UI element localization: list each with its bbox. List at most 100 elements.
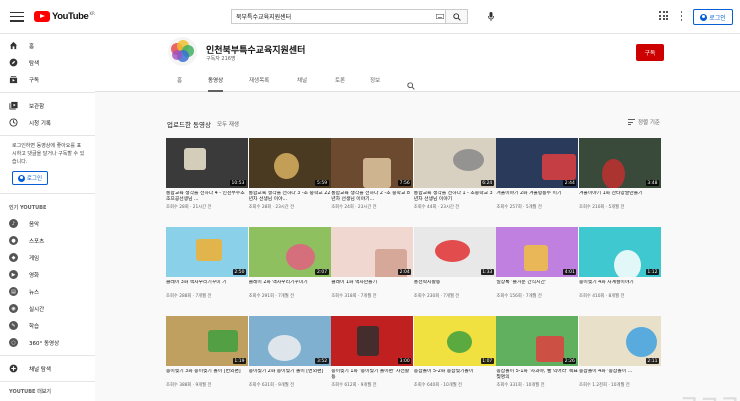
channel-avatar[interactable] <box>168 37 197 66</box>
sidebar-item-subscriptions[interactable]: 구독 <box>0 71 95 88</box>
video-title[interactable]: 일상톡 '즐거운 간식시간' <box>496 280 578 292</box>
video-card[interactable]: 3:00 종이찢기 1화 '종이찢기 놀이편' 사전활동 조회수 612회 · 9개… <box>331 316 414 388</box>
compass-icon <box>9 58 18 67</box>
video-card[interactable]: 6:24 통합교육 생각을 전하다 1 - 초중학교 3년차 선생님 이야기 조회수… <box>413 138 496 210</box>
gaming-icon: ◆ <box>9 253 18 262</box>
youtube-play-icon <box>34 11 50 22</box>
video-thumbnail[interactable]: 3:52 <box>248 316 331 366</box>
video-title[interactable]: 통합교육 생각을 전하다 4 - 인천부수초 조으공선생님 ... <box>166 191 248 203</box>
login-button[interactable]: 로그인 <box>693 9 733 25</box>
video-thumbnail[interactable]: 1:33 <box>413 227 496 277</box>
video-meta: 조회수 388회 · 9개월 전 <box>166 383 212 388</box>
video-card[interactable]: 3:48 겨울이야기 1화 산타양말만들기 조회수 210회 · 5개월 전 <box>579 138 661 210</box>
sort-button[interactable]: 정렬 기준 <box>628 118 660 126</box>
apps-icon[interactable] <box>659 11 668 20</box>
sidebar-item-explore[interactable]: 탐색 <box>0 54 95 71</box>
video-duration: 1:07 <box>480 358 494 364</box>
sidebar-item-music[interactable]: ♪ 음악 <box>0 215 95 232</box>
tab-channels[interactable]: 채널 <box>297 76 307 92</box>
more-options-icon[interactable] <box>680 11 683 21</box>
video-card[interactable]: 1:12 종이찢기 4화 사계절이야기 조회수 410회 · 8개월 전 <box>579 227 661 299</box>
video-title[interactable]: 클레이 1화 액자만들기 <box>331 280 413 292</box>
video-card[interactable]: 2:44 겨울이야기 2화 겨울렁동두 이기 조회수 257회 · 5개월 전 <box>496 138 579 210</box>
video-card[interactable]: 10:53 통합교육 생각을 전하다 4 - 인천부수초 조으공선생님 ... 조회… <box>166 138 248 210</box>
sidebar-item-library[interactable]: 보관함 <box>0 97 95 114</box>
video-title[interactable]: 통합교육 생각을 전하다 1 - 초중학교 3년차 선생님 이야기 <box>414 191 496 203</box>
sidebar-item-gaming[interactable]: ◆ 게임 <box>0 249 95 266</box>
video-title[interactable]: 종잡놀이 5-1화 '사과야, 빨 익어라' 목표찢명의 <box>496 369 578 381</box>
search-button[interactable] <box>445 10 467 23</box>
sidebar-item-news[interactable]: ▤ 뉴스 <box>0 283 95 300</box>
subscribe-button[interactable]: 구독 <box>636 44 664 61</box>
video-title[interactable]: 클레이 2화 액자우리기꾸미기 <box>249 280 331 292</box>
channel-search-icon[interactable] <box>407 75 415 90</box>
video-card[interactable]: 4:01 일상톡 '즐거운 간식시간' 조회수 156회 · 7개월 전 <box>496 227 579 299</box>
video-card[interactable]: 1:19 종이찢기 3화 종이찢기 놀이 [번외편] 조회수 388회 · 9개월 … <box>166 316 248 388</box>
video-card[interactable]: 2:26 종잡놀이 5-1화 '사과야, 빨 익어라' 목표찢명의 조회수 331회… <box>496 316 579 388</box>
video-title[interactable]: 클레이 3화 액자우리기꾸미 기 <box>166 280 248 292</box>
sidebar-item-label: 학습 <box>29 323 40 330</box>
tab-home[interactable]: 홈 <box>177 76 182 92</box>
video-thumbnail[interactable]: 1:19 <box>166 316 248 366</box>
tab-playlists[interactable]: 재생목록 <box>249 76 269 92</box>
video-card[interactable]: 7:56 통합교육 생각을 전하다 2 -초 중학교 8년차 선생님 이야기...… <box>331 138 414 210</box>
video-title[interactable]: 종이찢기 4화 사계절이야기 <box>579 280 661 292</box>
top-bar: YouTube KR 로그인 <box>0 0 740 34</box>
tab-videos[interactable]: 동영상 <box>208 76 224 92</box>
video-card[interactable]: 1:07 종잡놀이 5-2화 종잡찢기놀이 조회수 640회 · 10개월 전 <box>413 316 496 388</box>
video-title[interactable]: 종이찢기 2화 종이찢기 놀이 [번외편] <box>249 369 331 381</box>
sidebar-item-movies[interactable]: ▶ 영화 <box>0 266 95 283</box>
video-card[interactable]: 1:33 풍선딱지활동 조회수 230회 · 7개월 전 <box>413 227 496 299</box>
tab-about[interactable]: 정보 <box>370 76 380 92</box>
video-title[interactable]: 종이찢기 3화 종이찢기 놀이 [번외편] <box>166 369 248 381</box>
sidebar-item-360-video[interactable]: ○ 360° 동영상 <box>0 334 95 351</box>
menu-icon[interactable] <box>10 11 24 22</box>
video-card[interactable]: 2:04 클레이 1화 액자만들기조회수 318회 · 7개월 전 <box>331 227 414 299</box>
video-card[interactable]: 5:59 통합교육 생각을 전하다 3 -초 중학교 22년차 선생님 이야...… <box>248 138 331 210</box>
video-card[interactable]: 2:50 클레이 3화 액자우리기꾸미 기 조회수 288회 · 7개월 전 <box>166 227 248 299</box>
video-card[interactable]: 2:07 클레이 2화 액자우리기꾸미기 조회수 291회 · 7개월 전 <box>248 227 331 299</box>
video-card[interactable]: 3:52 종이찢기 2화 종이찢기 놀이 [번외편] 조회수 631회 · 9개월 … <box>248 316 331 388</box>
thumbnail-art <box>363 158 392 188</box>
search-input[interactable] <box>232 10 435 23</box>
video-thumbnail[interactable]: 7:56 <box>331 138 414 188</box>
video-thumbnail[interactable]: 3:00 <box>331 316 414 366</box>
video-thumbnail[interactable]: 2:11 <box>579 316 661 366</box>
sidebar-item-sports[interactable]: ● 스포츠 <box>0 232 95 249</box>
microphone-icon[interactable] <box>486 10 496 23</box>
video-title[interactable]: 풍선딱지활동 <box>414 280 496 292</box>
video-title[interactable]: 통합교육 생각을 전하다 2 -초 중학교 8년차 선생님 이야기... <box>331 191 413 203</box>
video-title[interactable]: 통합교육 생각을 전하다 3 -초 중학교 22년차 선생님 이야... <box>249 191 331 203</box>
video-thumbnail[interactable]: 2:07 <box>248 227 331 277</box>
video-thumbnail[interactable]: 2:44 <box>496 138 579 188</box>
play-all-link[interactable]: 모두 재생 <box>217 120 239 128</box>
video-title[interactable]: 종잡놀이 4화 '종잡놀이 ... <box>579 369 661 381</box>
video-title[interactable]: 겨울이야기 1화 산타양말만들기 <box>579 191 661 203</box>
video-title[interactable]: 겨울이야기 2화 겨울렁동두 이기 <box>496 191 578 203</box>
video-card[interactable]: 2:11 종잡놀이 4화 '종잡놀이 ... 조회수 1.2천회 · 10개월 전 <box>579 316 661 388</box>
sidebar-item-learning[interactable]: ✎ 학습 <box>0 317 95 334</box>
sidebar-item-live[interactable]: ◉ 실시간 <box>0 300 95 317</box>
thumbnail-art <box>536 336 565 362</box>
youtube-logo[interactable]: YouTube KR <box>34 11 95 22</box>
video-title[interactable]: 종이찢기 1화 '종이찢기 놀이편' 사전활동 <box>331 369 413 381</box>
video-thumbnail[interactable]: 10:53 <box>166 138 248 188</box>
tab-discussion[interactable]: 토론 <box>335 76 345 92</box>
video-thumbnail[interactable]: 6:24 <box>413 138 496 188</box>
keyboard-icon[interactable] <box>435 10 445 23</box>
sidebar-item-history[interactable]: 시청 기록 <box>0 114 95 131</box>
sidebar-item-browse-channels[interactable]: 채널 탐색 <box>0 360 95 377</box>
video-thumbnail[interactable]: 1:07 <box>413 316 496 366</box>
sidebar-item-home[interactable]: 홈 <box>0 37 95 54</box>
video-thumbnail[interactable]: 2:50 <box>166 227 248 277</box>
video-thumbnail[interactable]: 3:48 <box>579 138 661 188</box>
sidebar-login-button[interactable]: 로그인 <box>12 171 48 185</box>
video-title[interactable]: 종잡놀이 5-2화 종잡찢기놀이 <box>414 369 496 381</box>
video-thumbnail[interactable]: 4:01 <box>496 227 579 277</box>
video-thumbnail[interactable]: 5:59 <box>248 138 331 188</box>
video-thumbnail[interactable]: 2:26 <box>496 316 579 366</box>
video-meta: 조회수 318회 · 7개월 전 <box>331 294 377 299</box>
video-thumbnail[interactable]: 1:12 <box>579 227 661 277</box>
video-thumbnail[interactable]: 2:04 <box>331 227 414 277</box>
news-icon: ▤ <box>9 287 18 296</box>
